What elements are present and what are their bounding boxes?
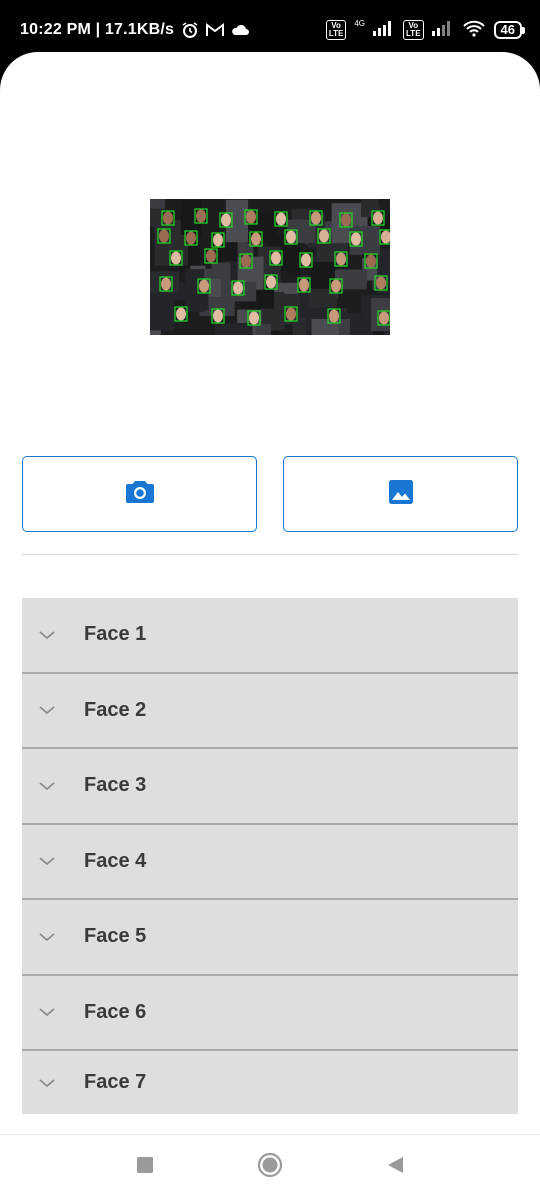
home-button[interactable] xyxy=(208,1152,333,1183)
face-item-7[interactable]: Face 7 xyxy=(22,1051,518,1114)
status-time: 10:22 PM | 17.1KB/s xyxy=(20,21,175,38)
face-label: Face 5 xyxy=(84,925,147,948)
face-item-4[interactable]: Face 4 xyxy=(22,824,518,900)
detected-faces-image xyxy=(150,199,390,335)
app-screen: Face 1 Face 2 Face 3 Face 4 Face 5 Face … xyxy=(0,52,540,1200)
wifi-icon xyxy=(462,19,486,42)
gmail-icon xyxy=(206,21,225,39)
signal-icon-2 xyxy=(431,20,454,41)
face-item-2[interactable]: Face 2 xyxy=(22,673,518,749)
face-item-6[interactable]: Face 6 xyxy=(22,975,518,1051)
triangle-back-icon xyxy=(386,1156,404,1179)
face-item-3[interactable]: Face 3 xyxy=(22,749,518,825)
chevron-down-icon xyxy=(22,705,72,715)
chevron-down-icon xyxy=(22,630,72,640)
face-label: Face 1 xyxy=(84,623,147,646)
image-icon xyxy=(388,479,414,510)
back-button[interactable] xyxy=(333,1156,458,1179)
volte-badge: Vo LTE xyxy=(325,20,347,40)
face-label: Face 4 xyxy=(84,849,147,872)
chevron-down-icon xyxy=(22,1007,72,1017)
face-label: Face 7 xyxy=(84,1071,147,1093)
status-bar: 10:22 PM | 17.1KB/s Vo LTE 4G Vo LTE 46 xyxy=(0,0,540,60)
chevron-down-icon xyxy=(22,932,72,942)
chevron-down-icon xyxy=(22,781,72,791)
chevron-down-icon xyxy=(22,1078,72,1088)
square-icon xyxy=(136,1156,154,1179)
volte-badge-2: Vo LTE xyxy=(403,20,424,40)
recents-button[interactable] xyxy=(83,1156,208,1179)
face-label: Face 2 xyxy=(84,698,147,721)
cloud-icon xyxy=(231,21,250,39)
gallery-button[interactable] xyxy=(283,456,518,532)
status-left: 10:22 PM | 17.1KB/s xyxy=(20,21,250,39)
battery-indicator: 46 xyxy=(493,21,526,39)
alarm-icon xyxy=(181,21,199,39)
divider xyxy=(22,554,518,555)
chevron-down-icon xyxy=(22,856,72,866)
status-right: Vo LTE 4G Vo LTE 46 xyxy=(325,18,526,42)
face-item-1[interactable]: Face 1 xyxy=(22,598,518,674)
circle-icon xyxy=(257,1152,283,1183)
camera-icon xyxy=(125,479,155,510)
faces-list: Face 1 Face 2 Face 3 Face 4 Face 5 Face … xyxy=(22,598,518,1114)
face-item-5[interactable]: Face 5 xyxy=(22,900,518,976)
signal-icon xyxy=(373,20,395,41)
network-type: 4G xyxy=(354,18,366,28)
face-label: Face 6 xyxy=(84,1000,147,1023)
face-label: Face 3 xyxy=(84,774,147,797)
navigation-bar xyxy=(0,1134,540,1200)
camera-button[interactable] xyxy=(22,456,257,532)
